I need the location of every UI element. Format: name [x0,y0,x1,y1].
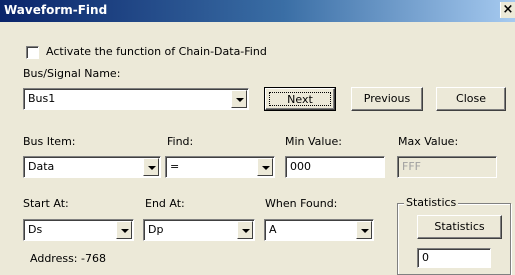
max-value-label: Max Value: [398,135,459,148]
max-value-value: FFF [402,160,421,173]
next-button-label: Next [287,93,313,106]
chevron-down-icon[interactable] [237,221,253,239]
end-at-value: Dp [148,223,164,236]
close-button[interactable]: Close [436,87,506,111]
chevron-down-icon[interactable] [356,221,372,239]
address-readout: Address: -768 [30,252,106,265]
start-at-label: Start At: [23,197,69,210]
bus-item-dropdown[interactable]: Data [23,156,161,178]
chevron-down-icon[interactable] [143,158,159,176]
statistics-count-value: 0 [422,251,429,264]
find-operator-value: = [170,160,180,173]
statistics-button-label: Statistics [434,220,485,233]
previous-button-label: Previous [363,92,411,105]
activate-chain-data-find-checkbox[interactable] [26,46,39,59]
find-label: Find: [167,135,194,148]
next-button[interactable]: Next [264,87,336,111]
find-operator-dropdown[interactable]: = [165,156,275,178]
statistics-button[interactable]: Statistics [417,215,502,239]
close-button-label: Close [456,92,486,105]
when-found-dropdown[interactable]: A [264,219,374,241]
activate-chain-data-find-label: Activate the function of Chain-Data-Find [46,45,267,58]
end-at-label: End At: [145,197,185,210]
close-icon[interactable]: × [500,2,515,18]
bus-signal-name-dropdown[interactable]: Bus1 [23,88,249,110]
when-found-value: A [269,223,277,236]
start-at-value: Ds [28,223,43,236]
min-value-value: 000 [290,160,311,173]
statistics-count-field: 0 [417,248,491,268]
end-at-dropdown[interactable]: Dp [143,219,255,241]
min-value-input[interactable]: 000 [285,156,385,178]
previous-button[interactable]: Previous [351,87,423,111]
start-at-dropdown[interactable]: Ds [23,219,134,241]
when-found-label: When Found: [265,197,338,210]
min-value-label: Min Value: [285,135,342,148]
window-title: Waveform-Find [4,3,108,17]
bus-item-label: Bus Item: [23,135,76,148]
chevron-down-icon[interactable] [257,158,273,176]
title-bar: Waveform-Find × [0,0,515,22]
bus-signal-name-label: Bus/Signal Name: [23,67,121,80]
chevron-down-icon[interactable] [231,90,247,108]
bus-item-value: Data [28,160,55,173]
chevron-down-icon[interactable] [116,221,132,239]
max-value-input: FFF [397,156,497,178]
bus-signal-name-value: Bus1 [28,92,56,105]
statistics-group-label: Statistics [404,196,459,209]
